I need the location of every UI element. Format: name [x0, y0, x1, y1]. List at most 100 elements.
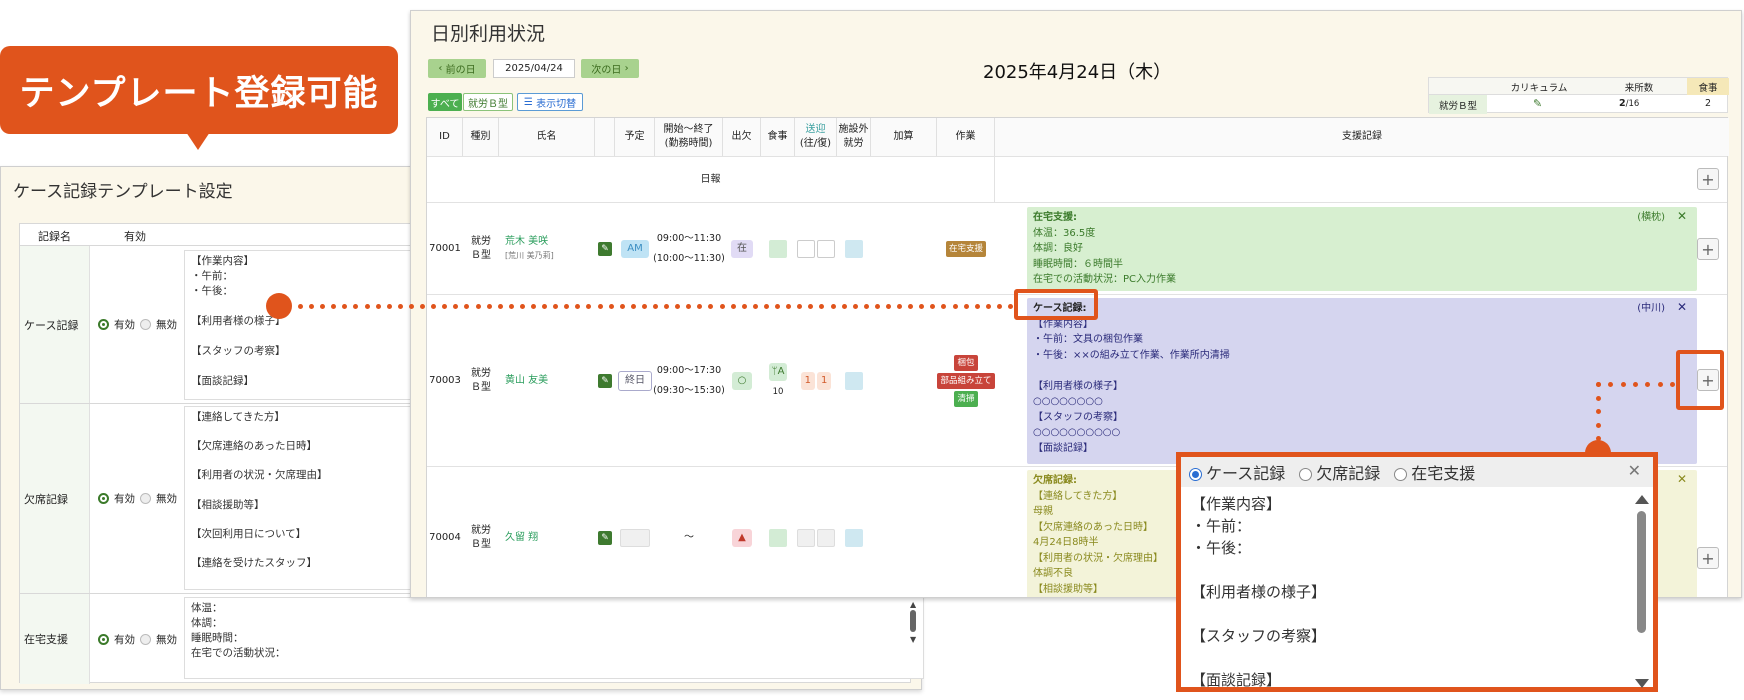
connector-dot: [752, 304, 758, 309]
connector-dot: [475, 304, 481, 309]
header-time: 開始～終了 (勤務時間): [655, 118, 723, 156]
connector-dot: [1620, 382, 1626, 387]
transport-back[interactable]: [817, 528, 835, 547]
radio-disabled[interactable]: [140, 633, 151, 645]
edit-curriculum-icon[interactable]: ✎: [1533, 97, 1542, 110]
radio-disabled[interactable]: [140, 493, 151, 504]
transport-back[interactable]: 1: [817, 371, 832, 390]
template-textarea[interactable]: 【作業内容】 ・午前： ・午後： 【利用者様の様子】 【スタッフの考察】 【面談…: [1191, 493, 1623, 689]
connector-dot: [486, 304, 492, 309]
template-callout: テンプレート登録可能: [0, 46, 398, 134]
radio-enabled[interactable]: [98, 633, 109, 645]
edit-icon[interactable]: ✎: [598, 241, 612, 256]
filter-type-tab[interactable]: 就労Ｂ型: [463, 93, 513, 111]
header-work: 作業: [937, 118, 995, 156]
plan-badge: AM: [621, 239, 649, 258]
prev-day-button[interactable]: ‹ 前の日: [428, 59, 486, 78]
row-kind: 就労 Ｂ型: [471, 524, 491, 550]
attendance-badge[interactable]: ▲: [732, 528, 752, 547]
transport-back[interactable]: [817, 239, 835, 258]
transport-out[interactable]: [797, 528, 815, 547]
popup-scrollbar[interactable]: [1631, 493, 1651, 689]
meal-cell[interactable]: [769, 528, 787, 547]
user-name-link[interactable]: 久留 翔: [505, 531, 538, 545]
panel-title: ケース記録テンプレート設定: [13, 182, 233, 202]
attendance-badge[interactable]: ○: [731, 371, 753, 390]
connector-dot: [763, 304, 769, 309]
filter-all-tab[interactable]: すべて: [428, 93, 462, 111]
header-kind: 種別: [463, 118, 499, 156]
template-row-home: 在宅支援 有効 無効 体温： 体調： 睡眠時間： 在宅での活動状況： ▲ ▼: [20, 594, 924, 684]
user-name-link[interactable]: 荒木 美咲: [505, 235, 548, 249]
connector-dot: [608, 304, 614, 309]
display-toggle-button[interactable]: ☰ 表示切替: [517, 93, 583, 111]
support-note: 在宅支援: (横枕) ✕ 体温：36.5度 体調：良好 睡眠時間：６時間半 在宅…: [1027, 207, 1697, 291]
radio-enabled[interactable]: [98, 493, 109, 504]
add-record-button[interactable]: +: [1697, 238, 1719, 260]
textarea-scrollbar[interactable]: ▲ ▼: [910, 600, 920, 660]
template-select-popup: ケース記録 欠席記録 在宅支援 ✕ 【作業内容】 ・午前： ・午後： 【利用者様…: [1176, 452, 1658, 692]
connector-dot: [1596, 409, 1601, 414]
row-id: 70003: [429, 374, 461, 386]
row-time: ～: [684, 531, 694, 543]
chevron-left-icon: ‹: [438, 63, 446, 74]
outside-work-cell[interactable]: [845, 371, 863, 390]
date-heading: 2025年4月24日（木）: [983, 62, 1172, 83]
connector-dot: [519, 304, 525, 309]
edit-icon[interactable]: ✎: [598, 530, 612, 545]
row-time: 09:00～11:30 (10:00～11:30): [653, 232, 725, 264]
close-icon[interactable]: ✕: [1677, 472, 1687, 488]
header-transport: 送迎 (往/復): [795, 118, 837, 156]
connector-dot: [1596, 436, 1601, 441]
meal-value: 2: [1704, 98, 1712, 109]
row-name: ケース記録: [20, 246, 90, 403]
option-absence-record[interactable]: 欠席記録: [1299, 460, 1380, 484]
radio-disabled[interactable]: [140, 319, 151, 330]
edit-icon[interactable]: ✎: [598, 373, 612, 388]
template-options: ケース記録 欠席記録 在宅支援 ✕: [1181, 457, 1653, 487]
row-id: 70001: [429, 242, 461, 254]
add-daily-report-button[interactable]: +: [1697, 168, 1719, 190]
chevron-right-icon: ›: [621, 63, 629, 74]
outside-work-cell[interactable]: [845, 528, 863, 547]
meal-cell[interactable]: [769, 239, 787, 258]
daily-report-label: 日報: [427, 157, 995, 202]
visits-label: 来所数: [1624, 83, 1654, 94]
meal-badge[interactable]: ᛘA: [768, 362, 788, 381]
connector-dot: [863, 304, 869, 309]
connector-dot: [741, 304, 747, 309]
connector-dot: [1633, 382, 1638, 387]
row-name: 在宅支援: [20, 594, 90, 684]
header-attendance: 出欠: [723, 118, 761, 156]
transport-out[interactable]: [797, 239, 815, 258]
template-text-home[interactable]: 体温： 体調： 睡眠時間： 在宅での活動状況：: [184, 597, 924, 679]
connector-dot: [775, 304, 781, 309]
outside-work-cell[interactable]: [845, 239, 863, 258]
option-home-support[interactable]: 在宅支援: [1394, 460, 1475, 484]
next-day-button[interactable]: 次の日 ›: [581, 59, 639, 78]
enabled-radios: 有効 無効: [98, 404, 177, 593]
connector-dot: [1670, 382, 1675, 387]
add-record-button[interactable]: +: [1697, 547, 1719, 569]
connector-dot: [641, 304, 647, 309]
header-id: ID: [427, 118, 463, 156]
plan-cell[interactable]: [620, 528, 650, 547]
attendance-badge[interactable]: 在: [731, 239, 753, 258]
radio-enabled[interactable]: [98, 319, 109, 330]
row-kind: 就労 Ｂ型: [471, 235, 491, 261]
option-case-record[interactable]: ケース記録: [1189, 460, 1285, 484]
transport-out[interactable]: 1: [800, 371, 815, 390]
connector-dot: [1008, 304, 1013, 309]
connector-dot: [830, 304, 836, 309]
close-icon[interactable]: ✕: [1628, 461, 1641, 480]
close-icon[interactable]: ✕: [1677, 300, 1687, 316]
user-name-link[interactable]: 黄山 友美: [505, 374, 548, 388]
highlight-add-button: [1676, 350, 1724, 410]
date-input[interactable]: 2025/04/24: [493, 59, 575, 78]
meal-label: 食事: [1687, 78, 1729, 95]
connector-dot: [1596, 382, 1601, 387]
connector-dot: [852, 304, 858, 309]
connector-start-dot: [266, 293, 292, 319]
connector-dot: [985, 304, 991, 309]
close-icon[interactable]: ✕: [1677, 209, 1687, 225]
